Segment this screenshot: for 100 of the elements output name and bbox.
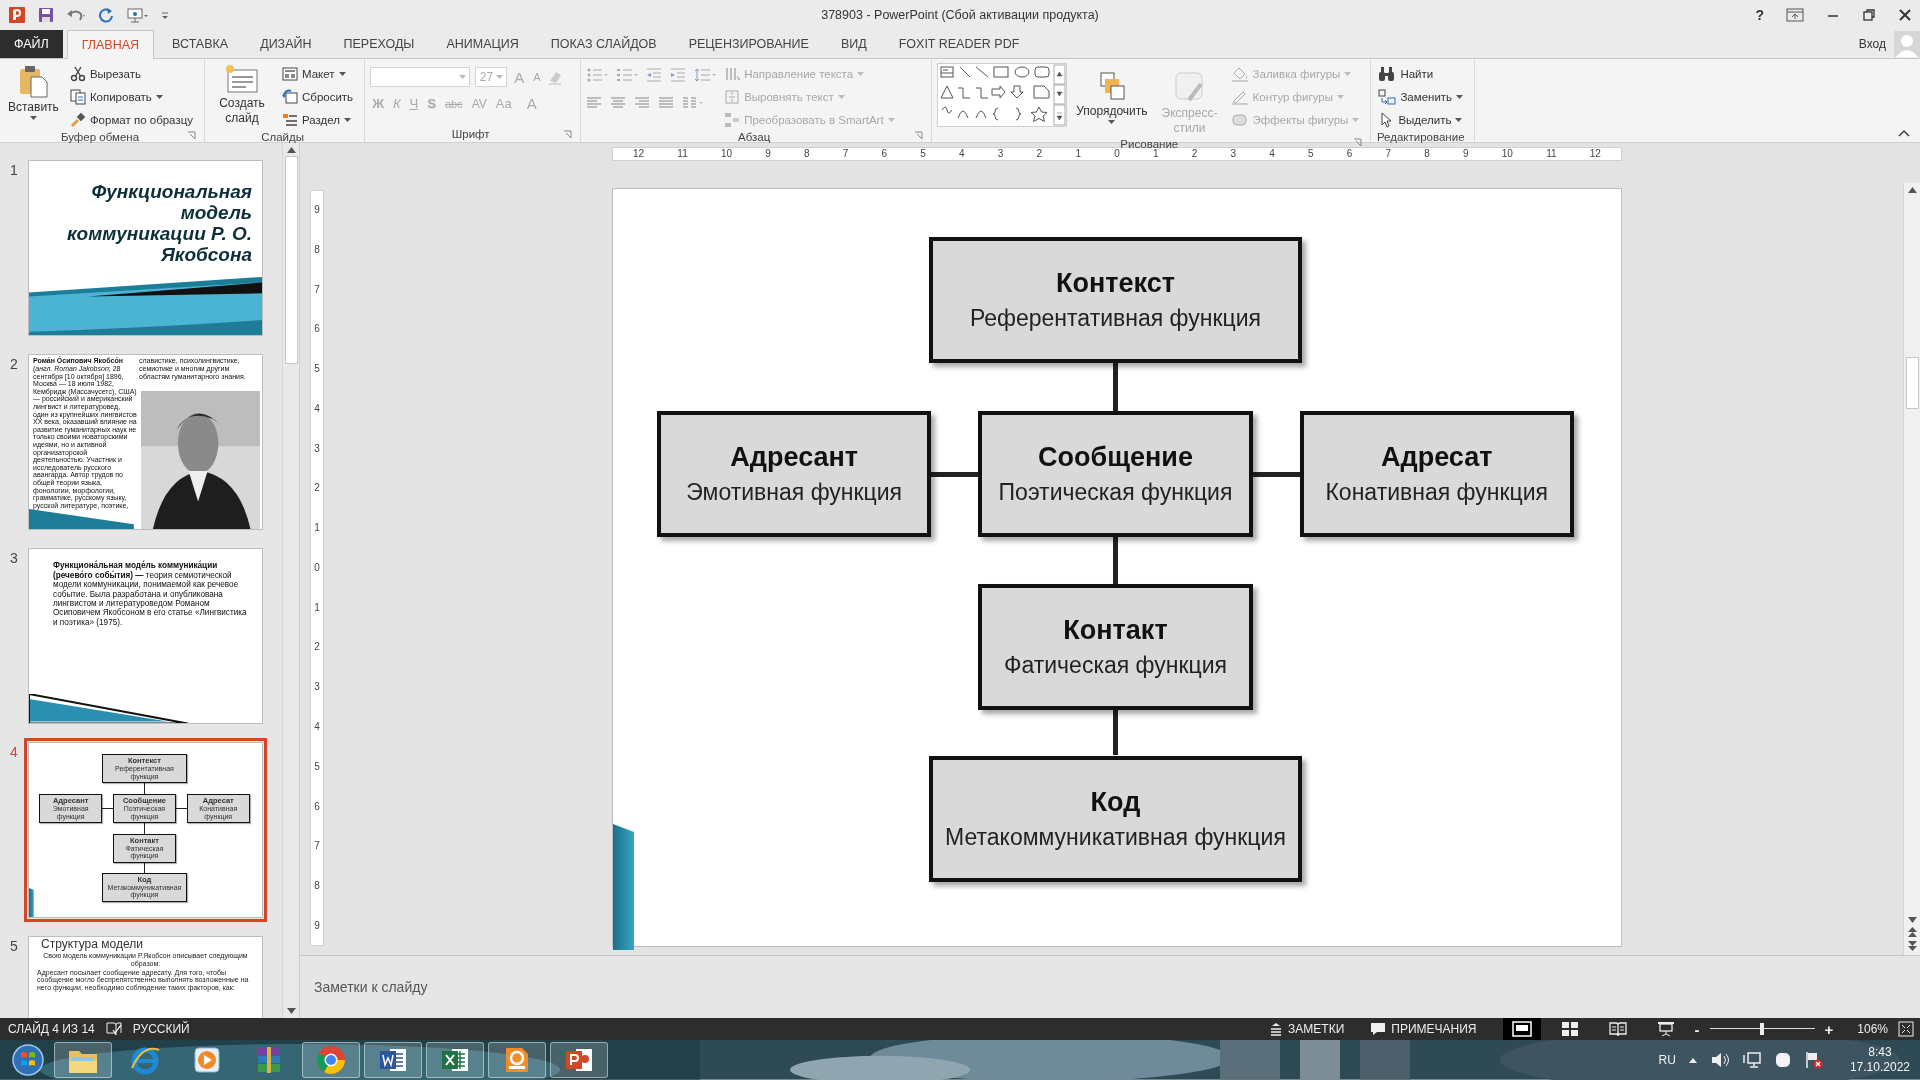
ribbon-button[interactable]: Формат по образцу <box>67 108 195 132</box>
network-icon[interactable] <box>1741 1051 1762 1070</box>
arrange-button[interactable]: Упорядочить <box>1073 62 1151 127</box>
redo-icon[interactable] <box>98 6 114 23</box>
zoom-out-button[interactable]: - <box>1694 1020 1700 1038</box>
spreadsheet-app-icon[interactable] <box>426 1042 484 1079</box>
diagram-node[interactable]: Адресант Эмотивная функция <box>657 410 932 537</box>
font-name-field[interactable] <box>370 67 471 88</box>
zoom-in-button[interactable]: + <box>1824 1020 1834 1038</box>
zoom-slider-thumb[interactable] <box>1760 1023 1765 1036</box>
slide-thumbnail[interactable] <box>28 548 263 725</box>
scrollbar[interactable] <box>282 143 299 1019</box>
restore-icon[interactable] <box>1862 7 1876 22</box>
dialog-launcher-icon[interactable] <box>563 130 573 140</box>
ribbon-button[interactable]: Макет <box>280 62 356 86</box>
slide-canvas[interactable]: Контекст Референтативная функция Адресант Эмотивная функция Сообщение Поэтическая функция Адресат Конативная функция Контакт Фатическая функция Код Метакоммуникативная функция <box>612 188 1622 947</box>
ribbon-button[interactable]: Выделить <box>1376 108 1466 132</box>
scroll-down-icon[interactable] <box>286 1008 296 1015</box>
zoom-slider[interactable] <box>1709 1021 1815 1038</box>
show-hidden-icons-icon[interactable] <box>1687 1056 1698 1065</box>
scroll-thumb[interactable] <box>1905 357 1919 409</box>
diagram-node[interactable]: Контакт Фатическая функция <box>978 584 1253 711</box>
ribbon-display-icon[interactable] <box>1786 6 1804 23</box>
slide-thumbnail[interactable] <box>28 354 263 531</box>
ribbon-button[interactable]: Раздел <box>280 108 356 132</box>
scrollbar[interactable] <box>1903 183 1920 955</box>
caret-icon <box>1108 120 1116 125</box>
scroll-up-icon[interactable] <box>1907 187 1917 193</box>
notes-icon <box>1269 1022 1284 1037</box>
ruler-number: 1 <box>314 523 320 534</box>
ribbon-button[interactable]: Найти <box>1376 62 1466 86</box>
slide-thumbnail[interactable]: Функциональная модель коммуникации Р. О. Якобсона <box>28 160 263 337</box>
caret-icon <box>344 117 351 122</box>
presentation-app-icon[interactable] <box>550 1042 608 1079</box>
help-button[interactable]: ? <box>1755 6 1764 23</box>
browser-icon[interactable] <box>302 1042 360 1079</box>
previous-slide-icon[interactable] <box>1907 927 1917 937</box>
dialog-launcher-icon[interactable] <box>187 131 196 141</box>
paste-button[interactable]: Вставить <box>5 62 62 123</box>
fit-to-window-icon[interactable] <box>1898 1021 1914 1038</box>
collapse-ribbon-icon[interactable] <box>1898 129 1910 138</box>
pdf-app-icon[interactable] <box>488 1042 546 1079</box>
ruler-number: 5 <box>314 364 320 375</box>
spelling-icon[interactable] <box>104 1021 123 1038</box>
new-slide-button[interactable]: Создать слайд <box>210 62 274 129</box>
clock-date[interactable]: 17.10.2022 <box>1849 1060 1910 1076</box>
scroll-thumb[interactable] <box>284 156 298 365</box>
ribbon-button[interactable]: Вырезать <box>67 62 195 86</box>
ribbon-tab[interactable]: ВИД <box>826 29 881 59</box>
action-center-flag-icon[interactable] <box>1803 1051 1824 1070</box>
diagram-node[interactable]: Код Метакоммуникативная функция <box>929 755 1302 882</box>
ruler-number: 11 <box>677 149 688 160</box>
folder-icon[interactable] <box>54 1042 112 1079</box>
diagram-node[interactable]: Адресат Конативная функция <box>1299 410 1574 537</box>
ribbon-tab[interactable]: ПОКАЗ СЛАЙДОВ <box>536 29 671 59</box>
ribbon-button[interactable]: Сбросить <box>280 85 356 109</box>
dialog-launcher-icon[interactable] <box>1353 138 1363 148</box>
smartart-icon <box>724 111 741 128</box>
notes-button[interactable]: ЗАМЕТКИ <box>1269 1022 1345 1037</box>
caret-icon <box>1352 117 1360 122</box>
comments-button[interactable]: ПРИМЕЧАНИЯ <box>1370 1022 1477 1037</box>
ribbon-button[interactable]: Заменить <box>1376 85 1466 109</box>
ribbon-tab[interactable]: АНИМАЦИЯ <box>432 29 533 59</box>
sign-in-link[interactable]: Вход <box>1858 37 1886 52</box>
close-icon[interactable] <box>1898 7 1912 22</box>
ribbon-tab[interactable]: FOXIT READER PDF <box>884 29 1034 59</box>
document-app-icon[interactable] <box>364 1042 422 1079</box>
ribbon-tab[interactable]: ГЛАВНАЯ <box>66 29 155 60</box>
slide-number: 5 <box>10 937 19 957</box>
ribbon-tab[interactable]: РЕЦЕНЗИРОВАНИЕ <box>674 29 823 59</box>
comment-icon <box>1370 1022 1387 1037</box>
diagram-node[interactable]: Контекст Референтативная функция <box>929 237 1302 364</box>
caret-icon <box>155 94 163 99</box>
ribbon-tab[interactable]: ДИЗАЙН <box>246 29 326 59</box>
next-slide-icon[interactable] <box>1907 941 1917 951</box>
group-label: Абзац <box>738 131 771 144</box>
normal-view-button[interactable] <box>1502 1018 1541 1041</box>
ribbon-tab[interactable]: ФАЙЛ <box>0 29 63 59</box>
notes-placeholder: Заметки к слайду <box>314 979 428 996</box>
shapes-gallery[interactable] <box>937 63 1068 128</box>
zoom-level[interactable]: 106% <box>1857 1022 1888 1037</box>
input-language[interactable]: RU <box>1658 1053 1676 1068</box>
ribbon-tab[interactable]: ПЕРЕХОДЫ <box>329 29 429 59</box>
ruler-number: 5 <box>314 761 320 772</box>
scroll-down-icon[interactable] <box>1907 917 1917 923</box>
diagram-node[interactable]: Сообщение Поэтическая функция <box>978 410 1253 537</box>
ruler-number: 8 <box>314 881 320 892</box>
ruler-number: 5 <box>920 149 926 160</box>
scroll-up-icon[interactable] <box>286 147 296 154</box>
save-icon[interactable] <box>38 6 54 23</box>
slide-title: Функциональная модель коммуникации Р. О. Якобсона <box>65 180 253 266</box>
ribbon-tab[interactable]: ВСТАВКА <box>158 29 243 59</box>
clock-time[interactable]: 8:43 <box>1868 1045 1892 1061</box>
ruler-number: 11 <box>1546 149 1557 160</box>
slideshow-icon[interactable] <box>126 6 148 23</box>
volume-icon[interactable] <box>1709 1051 1730 1070</box>
node-subtitle: Референтативная функция <box>969 305 1261 333</box>
language-indicator[interactable]: РУССКИЙ <box>132 1022 190 1037</box>
dialog-launcher-icon[interactable] <box>914 131 924 141</box>
ribbon-button[interactable]: Копировать <box>67 85 195 109</box>
